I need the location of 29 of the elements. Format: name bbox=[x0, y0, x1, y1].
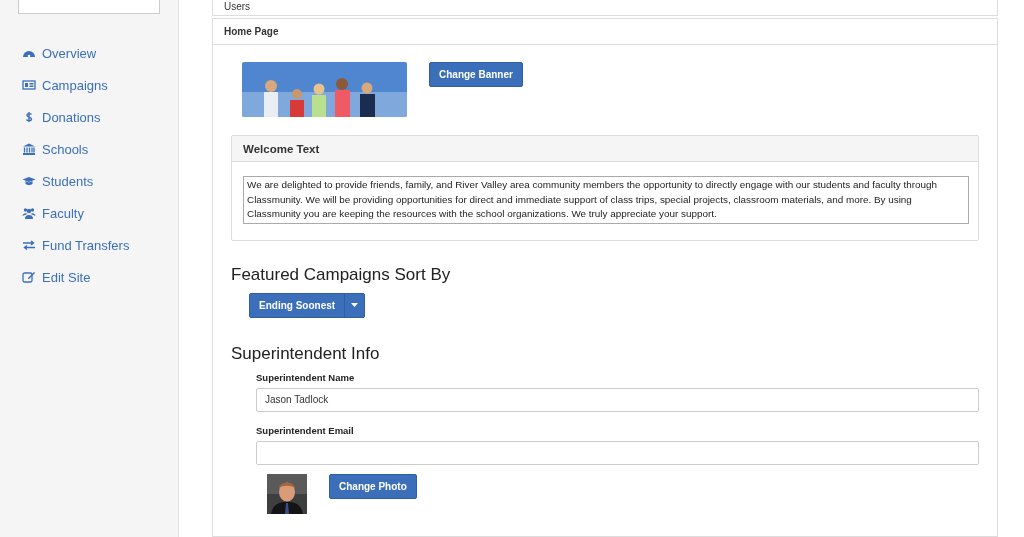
bank-icon bbox=[22, 142, 36, 156]
section-heading: Superintendent Info bbox=[231, 343, 381, 364]
users-icon bbox=[22, 206, 36, 220]
sidebar-item[interactable]: Faculty bbox=[22, 204, 178, 222]
sidebar-item[interactable]: Donations bbox=[22, 108, 178, 126]
text-area[interactable]: We are delighted to provide friends, family, and River Valley area community members the opportunity to directly engage with our students and faculty through Classmunity. We will be providing opportunities for direct and immediate support of class trips, special projects, classroom materials, and more. By using Classmunity you are keeping the resources with the school organizations. We truly appreciate your support. bbox=[243, 176, 969, 224]
section-heading: Featured Campaigns Sort By bbox=[231, 264, 452, 285]
sidebar-item[interactable]: Students bbox=[22, 172, 178, 190]
id-card-icon bbox=[22, 78, 36, 92]
sidebar-item[interactable]: Edit Site bbox=[22, 268, 178, 286]
panel-heading: Welcome Text bbox=[232, 136, 978, 162]
sidebar-item[interactable]: Campaigns bbox=[22, 76, 178, 94]
panel-heading: Users bbox=[212, 0, 998, 16]
field-label: Superintendent Name bbox=[256, 371, 356, 383]
text-field[interactable] bbox=[18, 0, 160, 14]
input-field[interactable] bbox=[256, 440, 979, 465]
sidebar-item[interactable]: Fund Transfers bbox=[22, 236, 178, 254]
graduation-cap-icon bbox=[22, 174, 36, 188]
edit-icon bbox=[22, 270, 36, 284]
change-photo-button[interactable]: Change Photo bbox=[329, 473, 417, 499]
caret-icon[interactable] bbox=[344, 293, 365, 317]
sidebar-item[interactable]: Overview bbox=[22, 44, 178, 62]
sort-dropdown[interactable]: Ending Soonest bbox=[249, 292, 366, 318]
exchange-arrows-icon bbox=[22, 238, 36, 252]
field-label: Superintendent Email bbox=[256, 424, 355, 436]
input-field[interactable]: Jason Tadlock bbox=[256, 387, 979, 412]
sidebar-item[interactable]: Schools bbox=[22, 140, 178, 158]
panel-heading: Home Page bbox=[213, 19, 997, 45]
change-banner-button[interactable]: Change Banner bbox=[429, 62, 523, 87]
